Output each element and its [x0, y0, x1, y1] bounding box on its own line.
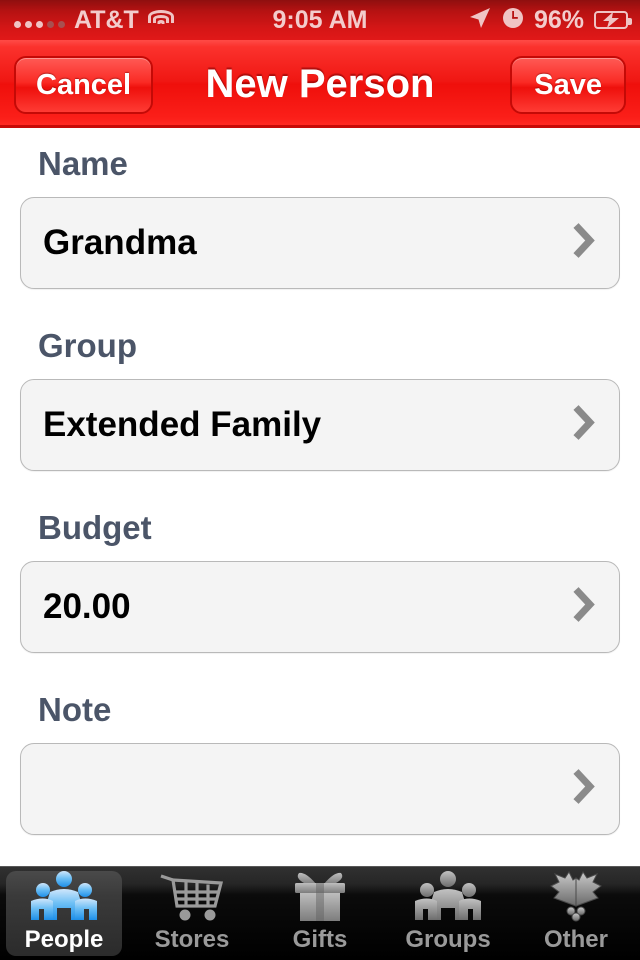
alarm-clock-icon	[502, 7, 524, 34]
save-button[interactable]: Save	[510, 56, 626, 114]
chevron-right-icon	[571, 585, 597, 630]
tab-label: People	[24, 926, 104, 953]
field-value: Extended Family	[43, 405, 322, 444]
tab-label: Groups	[405, 926, 491, 953]
budget-field[interactable]: 20.00	[20, 561, 620, 653]
navigation-bar: Cancel New Person Save	[0, 40, 640, 128]
tab-label: Gifts	[292, 926, 348, 953]
battery-percent-label: 96%	[533, 5, 584, 34]
chevron-right-icon	[571, 767, 597, 812]
field-label: Budget	[38, 509, 152, 546]
field-label: Name	[38, 145, 128, 182]
field-label: Note	[38, 691, 112, 728]
people-group-icon	[411, 870, 485, 924]
people-group-icon	[27, 870, 101, 924]
tab-people[interactable]: People	[0, 867, 128, 960]
form-content: Name Grandma Group Extended Family Budge…	[0, 131, 640, 866]
tab-other[interactable]: Other	[512, 867, 640, 960]
battery-charging-icon	[594, 11, 632, 29]
tab-gifts[interactable]: Gifts	[256, 867, 384, 960]
tab-label: Other	[543, 926, 608, 953]
field-value: 20.00	[43, 587, 131, 626]
field-value: Grandma	[43, 223, 197, 262]
chevron-right-icon	[571, 221, 597, 266]
chevron-right-icon	[571, 403, 597, 448]
app-screen: AT&T 9:05 AM 96% Cancel New Person Save …	[0, 0, 640, 960]
field-label: Group	[38, 327, 137, 364]
tab-groups[interactable]: Groups	[384, 867, 512, 960]
status-bar: AT&T 9:05 AM 96%	[0, 0, 640, 40]
status-bar-right: 96%	[468, 5, 632, 35]
tab-label: Stores	[154, 926, 230, 953]
gift-box-icon	[283, 870, 357, 924]
name-field[interactable]: Grandma	[20, 197, 620, 289]
note-field[interactable]	[20, 743, 620, 835]
tab-stores[interactable]: Stores	[128, 867, 256, 960]
tab-bar: People Stores Gifts Groups Other	[0, 866, 640, 960]
group-field[interactable]: Extended Family	[20, 379, 620, 471]
shopping-cart-icon	[155, 870, 229, 924]
location-arrow-icon	[468, 6, 492, 35]
holly-leaves-icon	[539, 870, 613, 924]
